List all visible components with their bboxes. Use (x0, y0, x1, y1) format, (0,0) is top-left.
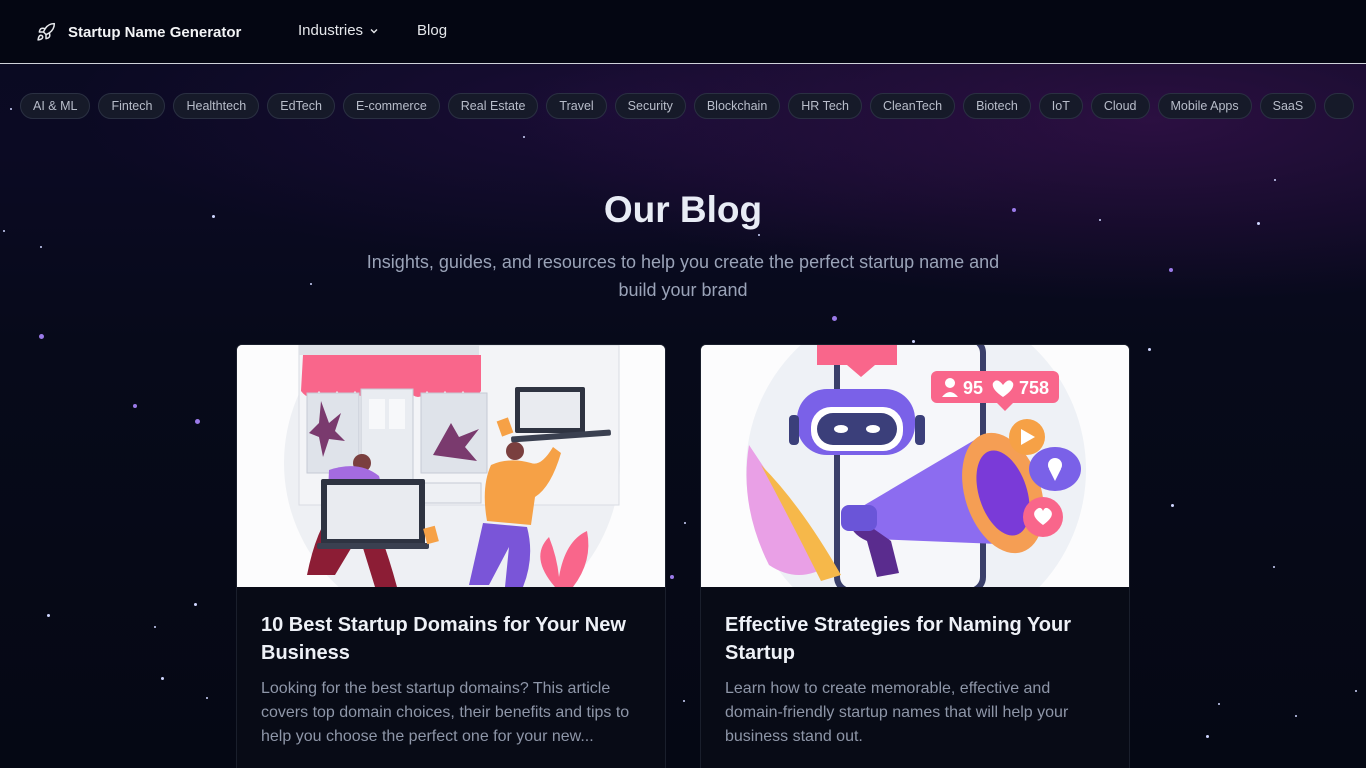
chevron-down-icon (370, 28, 378, 33)
tag-ecommerce[interactable]: E-commerce (342, 93, 440, 119)
tag-cloud[interactable]: Cloud (1090, 93, 1150, 119)
brand-name: Startup Name Generator (68, 23, 242, 41)
page-subtitle: Insights, guides, and resources to help … (366, 252, 1000, 300)
brand-link[interactable]: Startup Name Generator (36, 20, 241, 44)
tag-iot[interactable]: IoT (1038, 93, 1083, 119)
nav-blog-label: Blog (417, 22, 448, 39)
tag-travel[interactable]: Travel (546, 93, 607, 119)
blog-post-card[interactable]: 95 758 Effective Strategies for Naming Y… (700, 344, 1130, 768)
tag-real-estate[interactable]: Real Estate (447, 93, 539, 119)
tag-cleantech[interactable]: CleanTech (870, 93, 956, 119)
tag-saas[interactable]: SaaS (1259, 93, 1317, 119)
post-excerpt: Looking for the best startup domains? Th… (261, 680, 630, 745)
tag-biotech[interactable]: Biotech (963, 93, 1031, 119)
nav-industries-dropdown[interactable]: Industries (298, 22, 379, 39)
tag-edtech[interactable]: EdTech (267, 93, 335, 119)
tag-security[interactable]: Security (614, 93, 686, 119)
site-header: Startup Name Generator Industries Blog (0, 0, 1366, 64)
post-illustration-storefront (237, 345, 665, 587)
likes-count-text: 758 (1019, 378, 1049, 398)
post-title[interactable]: 10 Best Startup Domains for Your New Bus… (261, 611, 647, 667)
blog-post-card[interactable]: 10 Best Startup Domains for Your New Bus… (236, 344, 666, 768)
tag-healthtech[interactable]: Healthtech (173, 93, 260, 119)
tag-fintech[interactable]: Fintech (98, 93, 166, 119)
post-excerpt: Learn how to create memorable, effective… (725, 680, 1069, 745)
tag-hr-tech[interactable]: HR Tech (788, 93, 862, 119)
tag-mobile-apps[interactable]: Mobile Apps (1157, 93, 1252, 119)
page-title: Our Blog (603, 189, 763, 230)
post-illustration-marketing: 95 758 (701, 345, 1129, 587)
industry-tags-strip: AI & ML Fintech Healthtech EdTech E-comm… (0, 88, 1366, 124)
nav-industries-label: Industries (298, 22, 364, 39)
tag-next-partial[interactable] (1324, 93, 1355, 119)
tag-ai-ml[interactable]: AI & ML (20, 93, 91, 119)
nav-blog-link[interactable]: Blog (417, 22, 447, 39)
rocket-icon (37, 22, 56, 41)
followers-count-text: 95 (963, 378, 983, 398)
main-nav: Industries Blog (298, 22, 485, 39)
tag-blockchain[interactable]: Blockchain (693, 93, 781, 119)
post-title[interactable]: Effective Strategies for Naming Your Sta… (725, 611, 1111, 667)
